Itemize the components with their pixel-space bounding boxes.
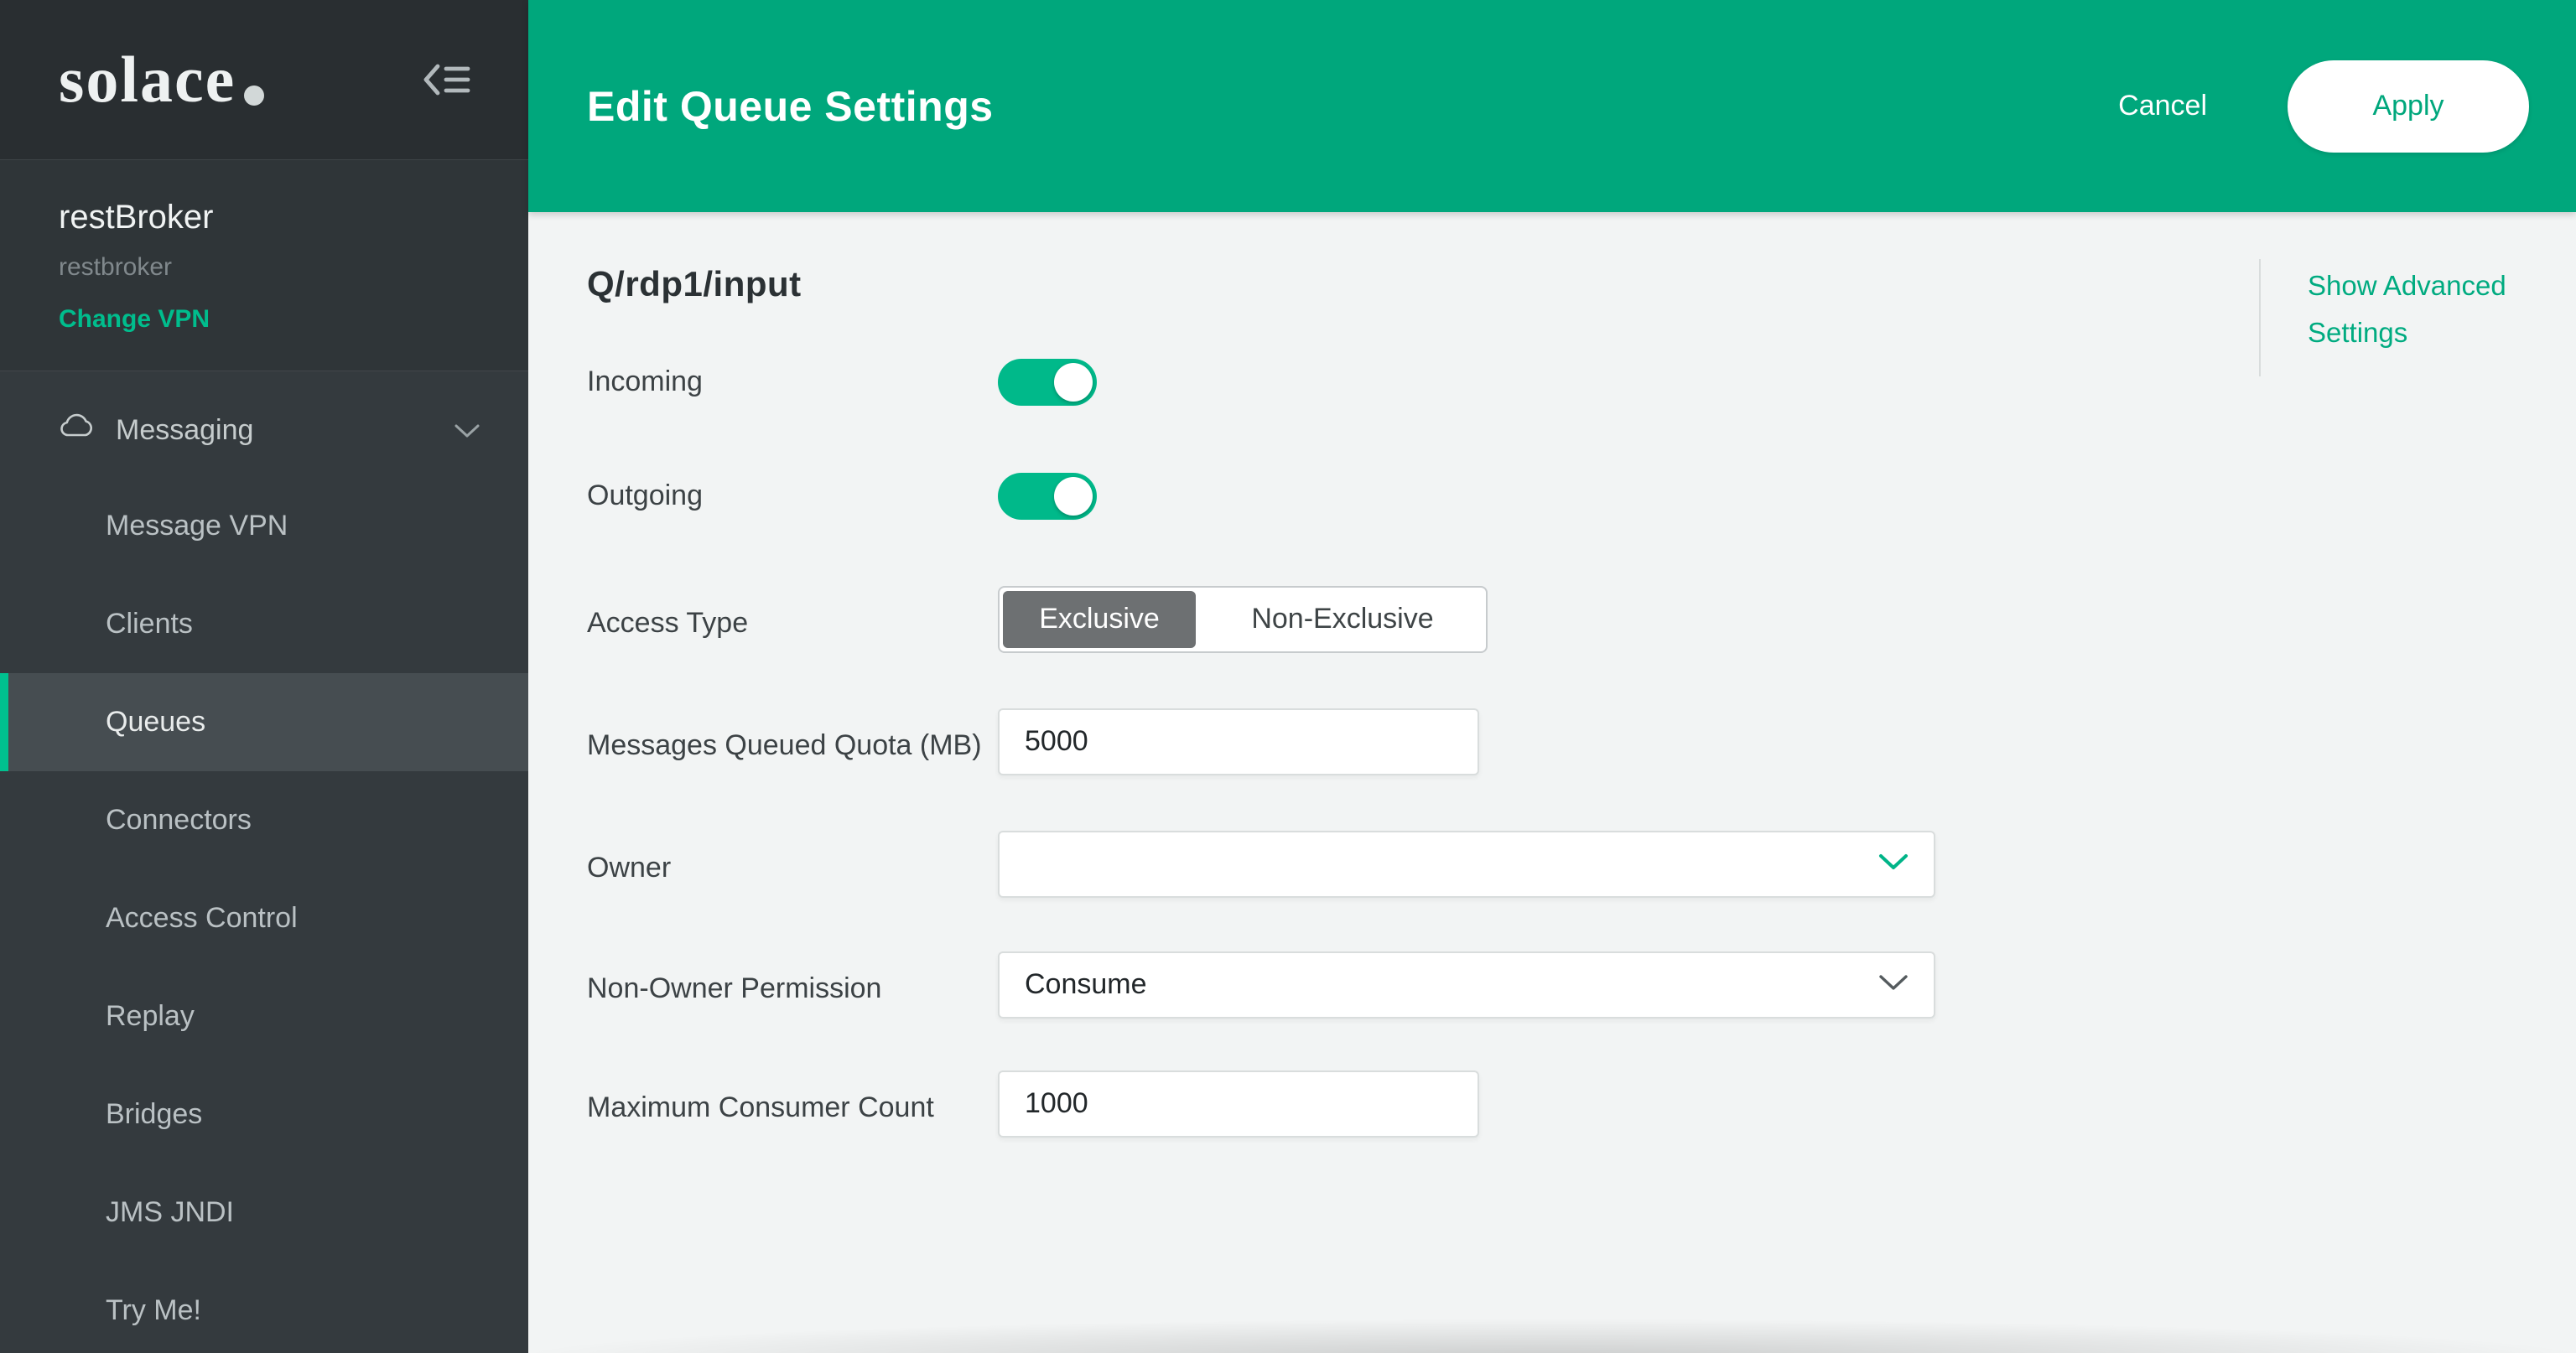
max-consumer-count-row: Maximum Consumer Count xyxy=(587,1070,2576,1138)
change-vpn-link[interactable]: Change VPN xyxy=(59,305,210,334)
max-consumer-count-input[interactable] xyxy=(998,1070,1479,1138)
broker-name: restBroker xyxy=(59,199,470,236)
sidebar-nav: Messaging Message VPN Clients Queues Con… xyxy=(0,371,528,1353)
main-area: Edit Queue Settings Cancel Apply Q/rdp1/… xyxy=(528,0,2576,1353)
outgoing-toggle[interactable] xyxy=(998,473,1097,520)
solace-logo-dot xyxy=(244,86,264,106)
non-owner-permission-value: Consume xyxy=(1025,968,1147,1001)
collapse-sidebar-icon[interactable] xyxy=(421,61,473,98)
non-owner-permission-label: Non-Owner Permission xyxy=(587,951,998,1013)
non-owner-permission-dropdown[interactable]: Consume xyxy=(998,951,1935,1019)
sidebar-item-access-control[interactable]: Access Control xyxy=(0,869,528,967)
quota-label: Messages Queued Quota (MB) xyxy=(587,708,998,770)
owner-label: Owner xyxy=(587,831,998,893)
max-consumer-count-label: Maximum Consumer Count xyxy=(587,1070,998,1133)
access-type-exclusive-option[interactable]: Exclusive xyxy=(1003,591,1196,648)
show-advanced-settings-link[interactable]: Show Advanced Settings xyxy=(2308,262,2559,356)
toggle-knob xyxy=(1054,477,1093,516)
sidebar-item-connectors[interactable]: Connectors xyxy=(0,771,528,869)
access-type-segmented-control: Exclusive Non-Exclusive xyxy=(998,586,1488,653)
outgoing-label: Outgoing xyxy=(587,472,998,521)
advanced-link-divider xyxy=(2259,259,2261,376)
chevron-down-icon xyxy=(1877,972,1910,997)
incoming-row: Incoming xyxy=(587,358,2576,407)
sidebar-logo-area: solace xyxy=(0,0,528,159)
incoming-label: Incoming xyxy=(587,358,998,407)
sidebar: solace restBroker restbroker Change VPN … xyxy=(0,0,528,1353)
page-header: Edit Queue Settings Cancel Apply xyxy=(528,0,2576,212)
owner-row: Owner xyxy=(587,831,2576,898)
queue-name-heading: Q/rdp1/input xyxy=(587,264,2576,304)
vpn-name: restbroker xyxy=(59,253,470,282)
cancel-button[interactable]: Cancel xyxy=(2118,90,2207,122)
cloud-icon xyxy=(59,413,94,448)
solace-logo-text: solace xyxy=(59,47,236,112)
page-title: Edit Queue Settings xyxy=(587,82,2118,131)
messages-queued-quota-input[interactable] xyxy=(998,708,1479,775)
broker-info: restBroker restbroker Change VPN xyxy=(0,159,528,371)
sidebar-item-queues[interactable]: Queues xyxy=(0,673,528,771)
chevron-down-icon xyxy=(1877,852,1910,876)
access-type-non-exclusive-option[interactable]: Non-Exclusive xyxy=(1199,588,1486,651)
sidebar-item-message-vpn[interactable]: Message VPN xyxy=(0,477,528,575)
nav-messaging[interactable]: Messaging xyxy=(0,383,528,477)
sidebar-item-jms-jndi[interactable]: JMS JNDI xyxy=(0,1164,528,1262)
access-type-row: Access Type Exclusive Non-Exclusive xyxy=(587,586,2576,708)
content-bottom-shadow xyxy=(528,1319,2576,1353)
solace-logo: solace xyxy=(59,47,264,112)
nav-messaging-label: Messaging xyxy=(116,414,453,447)
sidebar-item-clients[interactable]: Clients xyxy=(0,575,528,673)
sidebar-item-try-me[interactable]: Try Me! xyxy=(0,1262,528,1353)
owner-dropdown[interactable] xyxy=(998,831,1935,898)
queue-settings-form: Q/rdp1/input Show Advanced Settings Inco… xyxy=(528,212,2576,1353)
apply-button[interactable]: Apply xyxy=(2288,60,2529,153)
sidebar-item-replay[interactable]: Replay xyxy=(0,967,528,1065)
non-owner-permission-row: Non-Owner Permission Consume xyxy=(587,951,2576,1019)
sidebar-item-bridges[interactable]: Bridges xyxy=(0,1065,528,1164)
access-type-label: Access Type xyxy=(587,586,998,648)
chevron-down-icon xyxy=(453,414,481,447)
outgoing-row: Outgoing xyxy=(587,472,2576,521)
quota-row: Messages Queued Quota (MB) xyxy=(587,708,2576,775)
incoming-toggle[interactable] xyxy=(998,359,1097,406)
toggle-knob xyxy=(1054,363,1093,402)
